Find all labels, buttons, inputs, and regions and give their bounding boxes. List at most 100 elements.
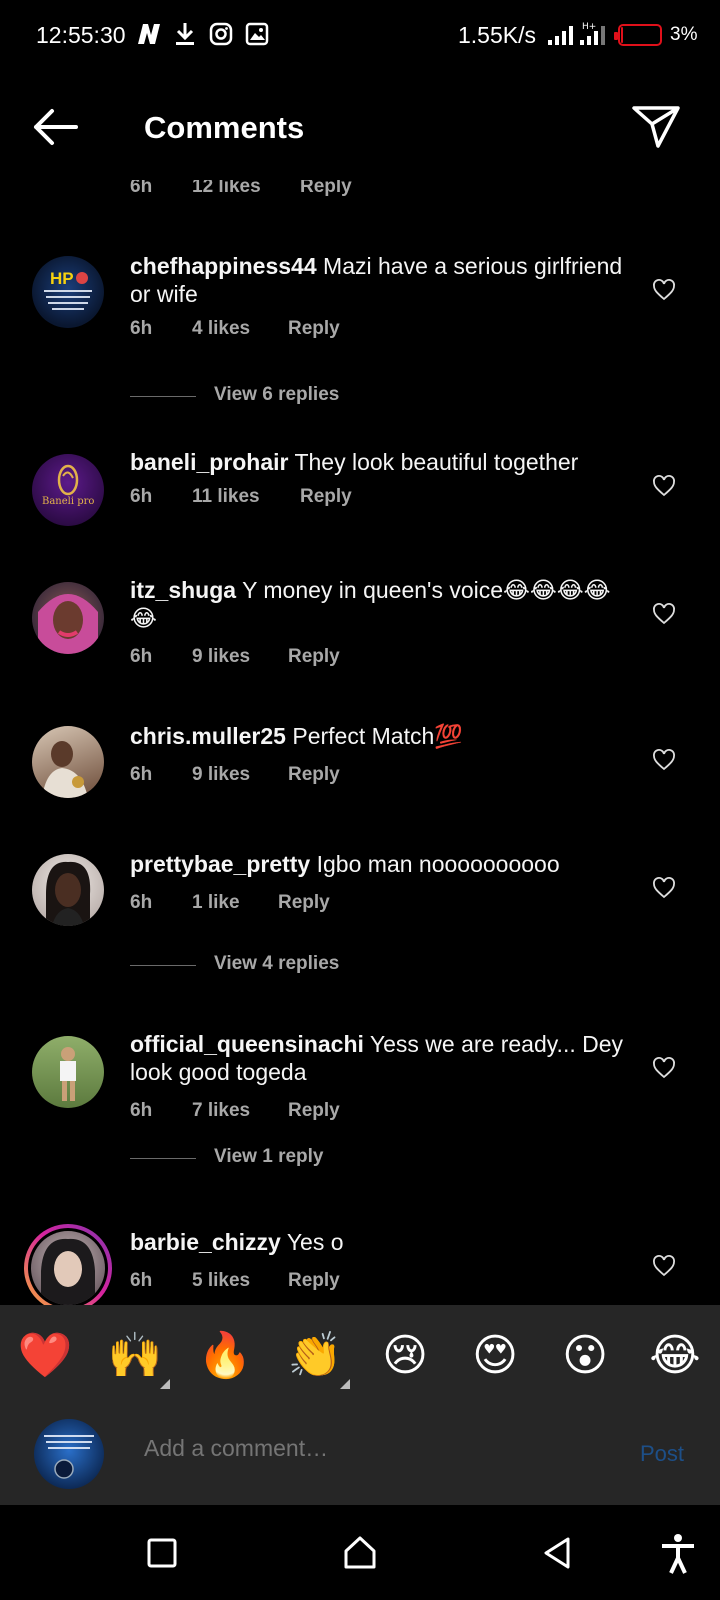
emoji-surprised[interactable]: 😮: [556, 1329, 614, 1383]
app-header: Comments: [0, 72, 720, 180]
my-avatar[interactable]: [34, 1419, 104, 1489]
comment-text: chefhappiness44 Mazi have a serious girl…: [130, 252, 630, 308]
comment-likes[interactable]: 9 likes: [192, 764, 250, 786]
comment-username[interactable]: barbie_chizzy: [130, 1229, 281, 1255]
comment-username[interactable]: official_queensinachi: [130, 1031, 364, 1057]
heart-icon[interactable]: [652, 1254, 676, 1278]
reply-button[interactable]: Reply: [300, 486, 352, 508]
avatar-logo-text: HP: [50, 269, 74, 288]
emoji-crying[interactable]: 😢: [376, 1329, 434, 1383]
emoji-raising-hands[interactable]: 🙌: [106, 1329, 164, 1383]
comment-text: barbie_chizzy Yes o: [130, 1228, 630, 1256]
reply-button[interactable]: Reply: [288, 1100, 340, 1122]
status-time: 12:55:30: [36, 22, 126, 48]
view-replies-line: [130, 396, 196, 397]
comment-time: 6h: [130, 646, 153, 667]
avatar[interactable]: [32, 854, 104, 926]
instagram-icon: [208, 20, 234, 48]
heart-icon[interactable]: [652, 1056, 676, 1080]
comment-username[interactable]: prettybae_pretty: [130, 851, 310, 877]
post-button[interactable]: Post: [640, 1441, 684, 1467]
battery-percent: 3%: [670, 24, 698, 45]
view-replies-label: View 1 reply: [214, 1146, 324, 1167]
avatar[interactable]: Baneli pro: [32, 454, 104, 526]
reply-button[interactable]: Reply: [288, 318, 340, 340]
status-bar: 12:55:30 1.55K/s H+ 3%: [0, 0, 720, 72]
comment-time: 6h: [130, 764, 153, 785]
emoji-heart[interactable]: ❤️: [16, 1329, 74, 1383]
emoji-fire[interactable]: 🔥: [196, 1329, 254, 1383]
comment-time: 6h: [130, 318, 153, 339]
comment-body: Perfect Match💯: [292, 723, 463, 749]
send-icon[interactable]: [630, 100, 682, 152]
recent-apps-icon[interactable]: [140, 1531, 184, 1575]
emoji-variants-indicator: [160, 1379, 170, 1389]
heart-icon[interactable]: [652, 748, 676, 772]
home-icon[interactable]: [338, 1531, 382, 1575]
view-replies-line: [130, 965, 196, 966]
comment-body: Igbo man noooooooooo: [316, 851, 560, 877]
page-title: Comments: [144, 110, 305, 145]
comment-body: They look beautiful together: [294, 449, 579, 475]
emoji-clapping[interactable]: 👏: [286, 1329, 344, 1383]
avatar[interactable]: [32, 726, 104, 798]
comment-likes[interactable]: 1 like: [192, 892, 240, 914]
comment-username[interactable]: itz_shuga: [130, 577, 236, 603]
comment-username[interactable]: chris.muller25: [130, 723, 286, 749]
network-speed: 1.55K/s: [458, 22, 536, 48]
comment-likes[interactable]: 9 likes: [192, 646, 250, 668]
svg-text:H+: H+: [582, 22, 596, 32]
avatar: [31, 1231, 105, 1305]
heart-icon[interactable]: [652, 602, 676, 626]
accessibility-icon[interactable]: [656, 1531, 700, 1575]
comment-body: Yes o: [286, 1229, 344, 1255]
heart-icon[interactable]: [652, 876, 676, 900]
back-icon[interactable]: [536, 1531, 580, 1575]
comment-input[interactable]: [144, 1435, 594, 1462]
view-replies-label: View 6 replies: [214, 384, 340, 405]
battery-fill: [621, 27, 623, 43]
comment-likes[interactable]: 5 likes: [192, 1270, 250, 1292]
heart-icon[interactable]: [652, 474, 676, 498]
system-nav-bar: [0, 1505, 720, 1600]
view-replies-button[interactable]: View 4 replies: [130, 951, 530, 981]
image-icon: [244, 20, 270, 48]
comment-time: 6h: [130, 486, 153, 507]
emoji-quick-bar: ❤️ 🙌 🔥 👏 😢 😍 😮 😂: [0, 1305, 720, 1405]
view-replies-button[interactable]: View 6 replies: [130, 382, 530, 412]
comment-text: official_queensinachi Yess we are ready.…: [130, 1030, 630, 1086]
reply-button[interactable]: Reply: [288, 764, 340, 786]
emoji-laughing[interactable]: 😂: [646, 1329, 704, 1383]
battery-icon: [614, 24, 662, 46]
comment-likes[interactable]: 7 likes: [192, 1100, 250, 1122]
reply-button[interactable]: Reply: [288, 646, 340, 668]
comment-text: prettybae_pretty Igbo man noooooooooo: [130, 850, 630, 878]
view-replies-line: [130, 1158, 196, 1159]
comment-input-bar: Post: [0, 1405, 720, 1505]
signal-icon: H+: [580, 20, 608, 51]
comment-username[interactable]: baneli_prohair: [130, 449, 288, 475]
avatar-logo-text: Baneli pro: [42, 496, 94, 507]
n-app-icon: [136, 20, 162, 48]
reply-button[interactable]: Reply: [288, 1270, 340, 1292]
signal-icon: [548, 24, 574, 51]
back-arrow-icon[interactable]: [28, 102, 82, 152]
comment-time: 6h: [130, 1270, 153, 1291]
comment-text: chris.muller25 Perfect Match💯: [130, 722, 630, 750]
story-ring[interactable]: [24, 1224, 112, 1312]
avatar-frame: [28, 1228, 108, 1308]
comment-likes[interactable]: 11 likes: [192, 486, 260, 508]
reply-button[interactable]: Reply: [278, 892, 330, 914]
avatar[interactable]: HP: [32, 256, 104, 328]
avatar[interactable]: [32, 582, 104, 654]
comment-username[interactable]: chefhappiness44: [130, 253, 317, 279]
emoji-heart-eyes[interactable]: 😍: [466, 1329, 524, 1383]
comment-likes[interactable]: 4 likes: [192, 318, 250, 340]
avatar[interactable]: [32, 1036, 104, 1108]
heart-icon[interactable]: [652, 278, 676, 302]
view-replies-button[interactable]: View 1 reply: [130, 1144, 530, 1174]
comment-text: baneli_prohair They look beautiful toget…: [130, 448, 630, 476]
comment-time: 6h: [130, 892, 153, 913]
notification-icons: [136, 20, 270, 48]
emoji-variants-indicator: [340, 1379, 350, 1389]
